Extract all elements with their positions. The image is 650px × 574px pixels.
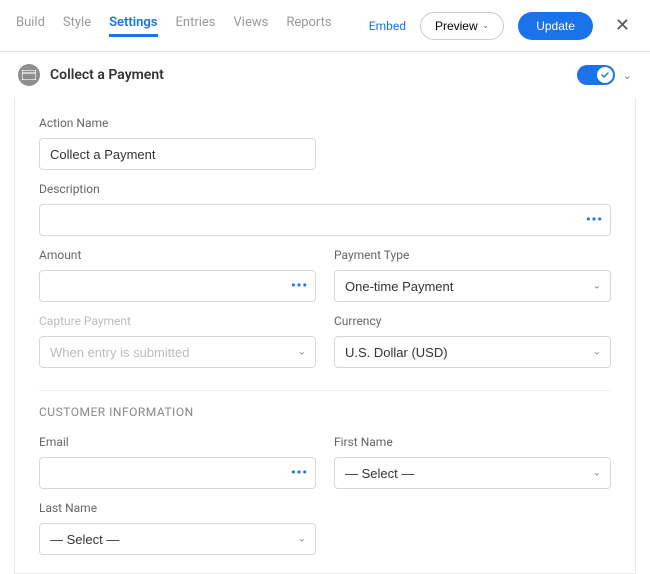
currency-label: Currency	[334, 314, 611, 328]
preview-button[interactable]: Preview ⌄	[420, 12, 504, 40]
chevron-down-icon: ⌄	[482, 20, 490, 31]
email-label: Email	[39, 435, 316, 449]
tab-settings[interactable]: Settings	[109, 15, 157, 37]
payment-type-select[interactable]	[334, 270, 611, 302]
action-name-input[interactable]	[39, 138, 316, 170]
merge-tags-icon[interactable]: •••	[586, 213, 603, 228]
tab-style[interactable]: Style	[63, 15, 91, 37]
panel-title: Collect a Payment	[50, 67, 164, 83]
tab-reports[interactable]: Reports	[286, 15, 331, 37]
last-name-label: Last Name	[39, 501, 316, 515]
amount-label: Amount	[39, 248, 316, 262]
update-button[interactable]: Update	[518, 12, 593, 40]
enable-toggle[interactable]	[577, 65, 615, 85]
last-name-select[interactable]	[39, 523, 316, 555]
currency-select[interactable]	[334, 336, 611, 368]
description-input[interactable]	[39, 204, 611, 236]
merge-tags-icon[interactable]: •••	[291, 279, 308, 294]
email-input[interactable]	[39, 457, 316, 489]
close-icon[interactable]: ✕	[611, 11, 634, 40]
action-name-label: Action Name	[39, 116, 316, 130]
embed-link[interactable]: Embed	[369, 19, 406, 33]
tab-views[interactable]: Views	[234, 15, 269, 37]
first-name-select[interactable]	[334, 457, 611, 489]
section-title: CUSTOMER INFORMATION	[39, 405, 611, 419]
capture-payment-select	[39, 336, 316, 368]
merge-tags-icon[interactable]: •••	[291, 466, 308, 481]
collapse-icon[interactable]: ⌄	[623, 69, 632, 82]
payment-icon	[18, 64, 40, 86]
tab-build[interactable]: Build	[16, 15, 45, 37]
first-name-label: First Name	[334, 435, 611, 449]
description-label: Description	[39, 182, 611, 196]
capture-payment-label: Capture Payment	[39, 314, 316, 328]
check-icon	[600, 70, 610, 80]
amount-input[interactable]	[39, 270, 316, 302]
divider	[39, 390, 611, 391]
payment-type-label: Payment Type	[334, 248, 611, 262]
toggle-knob	[597, 67, 613, 83]
tab-entries[interactable]: Entries	[176, 15, 216, 37]
preview-label: Preview	[435, 19, 478, 33]
